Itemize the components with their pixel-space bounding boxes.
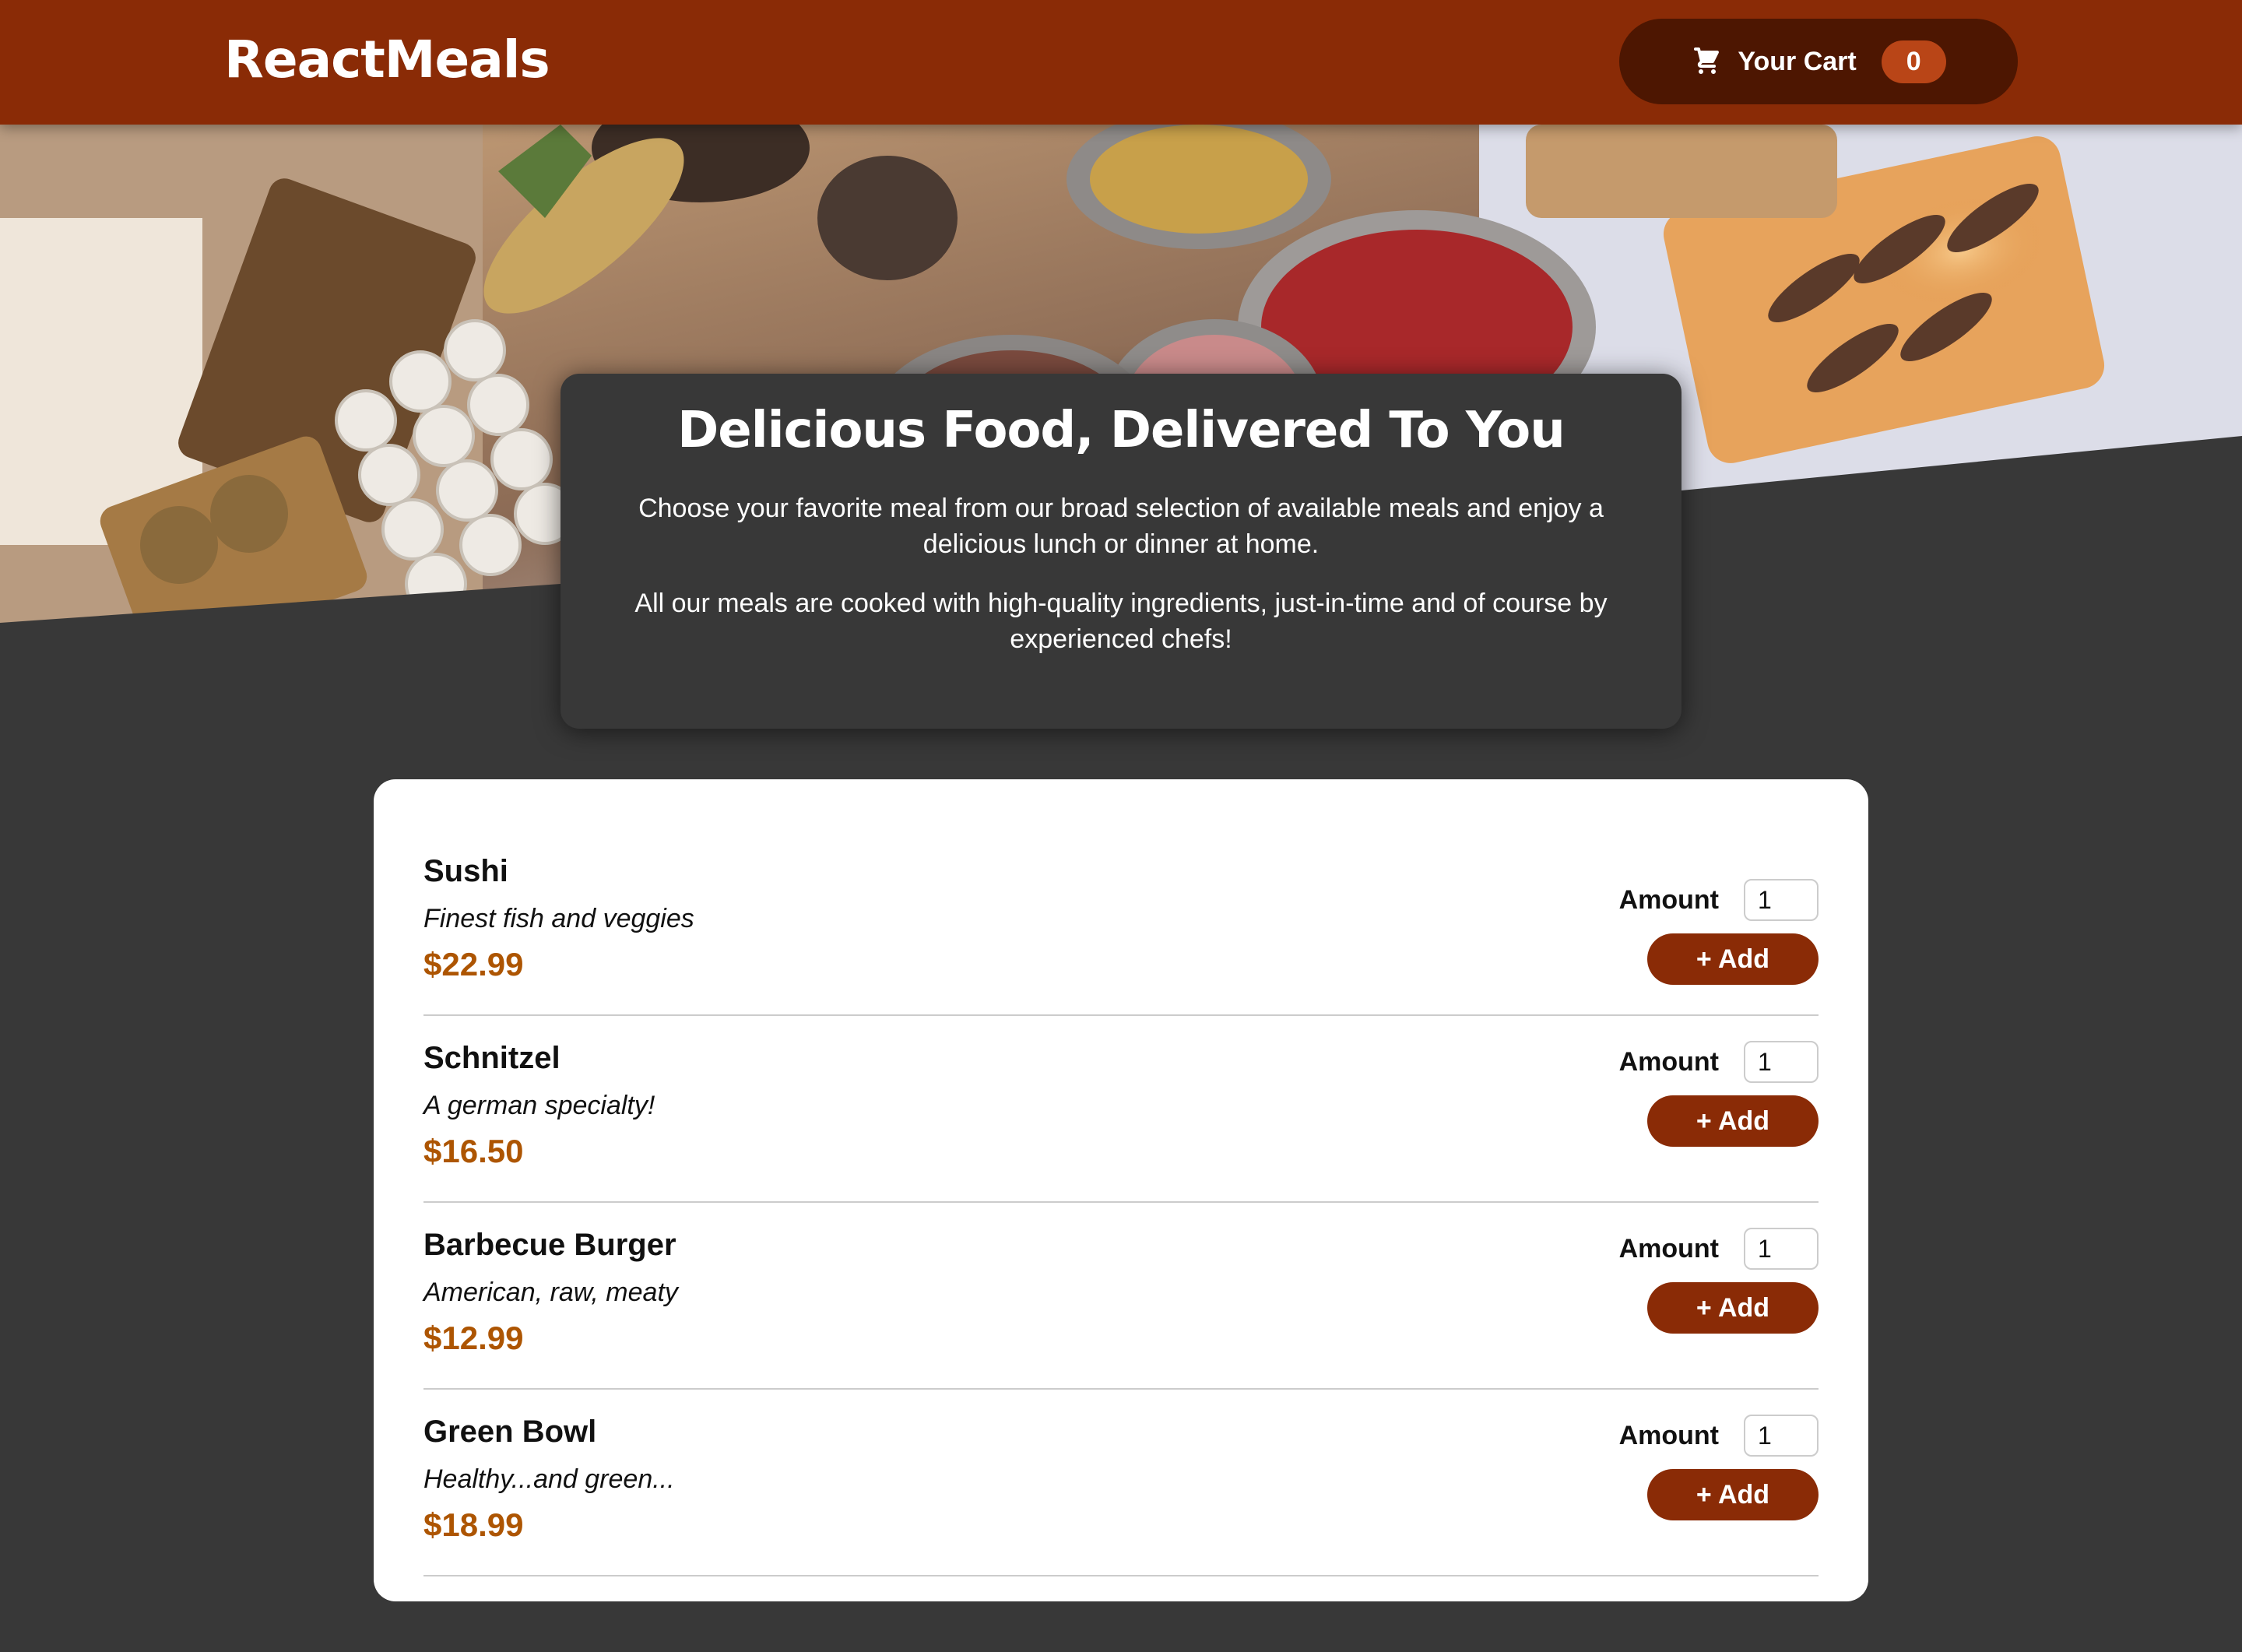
add-button[interactable]: + Add [1647,933,1819,985]
meal-description: A german specialty! [423,1091,655,1120]
meal-name: Schnitzel [423,1041,560,1075]
amount-label: Amount [1618,1420,1719,1450]
amount-input[interactable] [1744,879,1819,921]
cart-count-badge: 0 [1881,40,1946,83]
cart-label: Your Cart [1738,46,1857,76]
cart-icon [1694,47,1720,74]
summary-paragraph: Choose your favorite meal from our broad… [638,494,1604,559]
meal-item-barbecue-burger: Barbecue Burger American, raw, meaty $12… [423,1203,1819,1390]
meal-price: $22.99 [423,946,524,982]
meal-name: Sushi [423,854,508,888]
available-meals-card: Sushi Finest fish and veggies $22.99 Amo… [374,779,1868,1601]
amount-input[interactable] [1744,1228,1819,1270]
meal-description: American, raw, meaty [423,1278,678,1307]
amount-label: Amount [1618,1233,1719,1264]
amount-row: Amount [1619,1415,1819,1457]
meal-name: Barbecue Burger [423,1228,676,1262]
meal-item-schnitzel: Schnitzel A german specialty! $16.50 Amo… [423,1016,1819,1203]
amount-row: Amount [1619,1228,1819,1270]
meal-item-green-bowl: Green Bowl Healthy...and green... $18.99… [423,1390,1819,1576]
meal-name: Green Bowl [423,1415,597,1449]
meal-item-sushi: Sushi Finest fish and veggies $22.99 Amo… [423,829,1819,1016]
app-logo: ReactMeals [224,30,550,90]
amount-label: Amount [1618,1046,1719,1077]
meal-price: $12.99 [423,1320,524,1356]
meal-description: Finest fish and veggies [423,904,694,933]
meal-price: $18.99 [423,1506,524,1543]
add-button[interactable]: + Add [1647,1095,1819,1147]
add-button[interactable]: + Add [1647,1469,1819,1520]
summary-title: Delicious Food, Delivered To You [677,402,1566,459]
amount-row: Amount [1619,879,1819,921]
amount-row: Amount [1619,1041,1819,1083]
summary-paragraph: All our meals are cooked with high-quali… [634,589,1608,654]
meal-description: Healthy...and green... [423,1464,675,1494]
cart-button[interactable]: Your Cart 0 [1619,19,2018,104]
amount-label: Amount [1618,884,1719,915]
meal-price: $16.50 [423,1133,524,1169]
add-button[interactable]: + Add [1647,1282,1819,1334]
amount-input[interactable] [1744,1415,1819,1457]
app-header: ReactMeals Your Cart 0 [0,0,2242,125]
amount-input[interactable] [1744,1041,1819,1083]
meals-summary-card: Delicious Food, Delivered To You Choose … [560,374,1682,729]
